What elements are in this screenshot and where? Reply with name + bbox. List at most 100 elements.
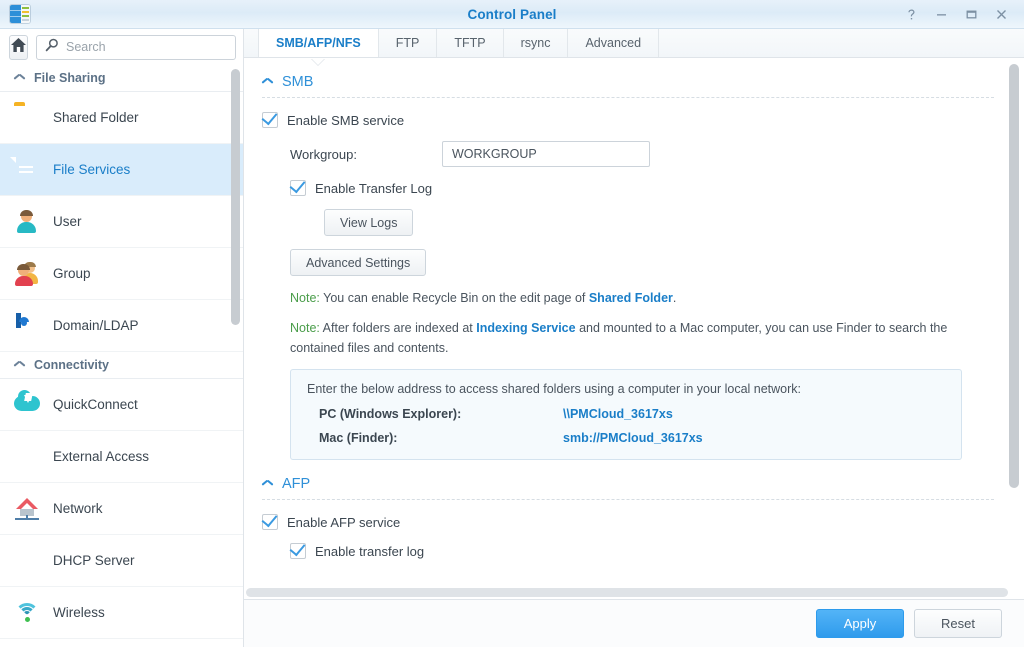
sidebar-item-label: Group (53, 266, 91, 281)
note-recycle-bin: Note: You can enable Recycle Bin on the … (262, 289, 952, 308)
section-header-afp[interactable]: AFP (262, 476, 994, 500)
window-body: File Sharing Shared Folder File Services (0, 29, 1024, 647)
pc-address-value[interactable]: \\PMCloud_3617xs (563, 407, 673, 421)
afp-enable-transfer-log-checkbox[interactable] (290, 543, 306, 559)
chevron-up-icon (14, 362, 25, 369)
view-logs-button[interactable]: View Logs (324, 209, 413, 236)
row-enable-smb-service: Enable SMB service (262, 112, 994, 128)
sidebar-group-label: Connectivity (34, 358, 109, 372)
apply-button[interactable]: Apply (816, 609, 904, 638)
tab-smb-afp-nfs[interactable]: SMB/AFP/NFS (258, 29, 379, 57)
note-indexing-service: Note: After folders are indexed at Index… (262, 319, 952, 358)
reset-button[interactable]: Reset (914, 609, 1002, 638)
window-controls (896, 1, 1024, 27)
sidebar-item-label: User (53, 214, 82, 229)
mac-address-value[interactable]: smb://PMCloud_3617xs (563, 431, 703, 445)
user-icon (14, 209, 40, 235)
enable-smb-service-checkbox[interactable] (262, 112, 278, 128)
footer-bar: Apply Reset (244, 599, 1024, 647)
row-enable-transfer-log: Enable Transfer Log (262, 180, 994, 196)
tab-label: SMB/AFP/NFS (276, 36, 361, 50)
close-button[interactable] (986, 1, 1016, 27)
sidebar-group-label: File Sharing (34, 71, 106, 85)
window-title: Control Panel (0, 7, 1024, 22)
shared-folder-icon (14, 105, 40, 131)
enable-smb-service-label[interactable]: Enable SMB service (287, 113, 404, 128)
chevron-up-icon (262, 481, 273, 488)
address-box-intro: Enter the below address to access shared… (307, 382, 945, 396)
minimize-button[interactable] (926, 1, 956, 27)
enable-afp-service-checkbox[interactable] (262, 514, 278, 530)
tab-label: TFTP (454, 36, 485, 50)
workgroup-input[interactable] (442, 141, 650, 167)
sidebar-item-label: External Access (53, 449, 149, 464)
advanced-settings-button[interactable]: Advanced Settings (290, 249, 426, 276)
enable-afp-service-label[interactable]: Enable AFP service (287, 515, 400, 530)
section-header-smb[interactable]: SMB (262, 74, 994, 98)
note-text-after: . (673, 291, 676, 305)
sidebar-item-file-services[interactable]: File Services (0, 144, 243, 196)
tab-tftp[interactable]: TFTP (437, 29, 503, 57)
sidebar-item-quickconnect[interactable]: QuickConnect (0, 379, 243, 431)
row-view-logs: View Logs (262, 209, 994, 236)
tab-bar: SMB/AFP/NFS FTP TFTP rsync Advanced (244, 29, 1024, 58)
tab-ftp[interactable]: FTP (379, 29, 438, 57)
control-panel-window: Control Panel (0, 0, 1024, 647)
tab-rsync[interactable]: rsync (504, 29, 569, 57)
group-icon (14, 261, 40, 287)
quickconnect-icon (14, 392, 40, 418)
sidebar-item-network[interactable]: Network (0, 483, 243, 535)
section-title: SMB (282, 74, 313, 90)
chevron-up-icon (262, 79, 273, 86)
dhcp-server-icon (14, 548, 40, 574)
domain-ldap-icon (14, 313, 40, 339)
file-services-icon (14, 157, 40, 183)
content-vertical-scrollbar[interactable] (1009, 64, 1019, 488)
title-bar: Control Panel (0, 0, 1024, 29)
enable-transfer-log-checkbox[interactable] (290, 180, 306, 196)
sidebar-group-file-sharing[interactable]: File Sharing (0, 65, 243, 92)
search-icon (45, 38, 59, 57)
sidebar-scrollbar[interactable] (231, 69, 240, 325)
home-icon (10, 37, 27, 58)
sidebar-item-external-access[interactable]: External Access (0, 431, 243, 483)
row-workgroup: Workgroup: (262, 141, 994, 167)
shared-folder-link[interactable]: Shared Folder (589, 291, 673, 305)
afp-enable-transfer-log-label[interactable]: Enable transfer log (315, 544, 424, 559)
sidebar: File Sharing Shared Folder File Services (0, 29, 244, 647)
search-input[interactable] (66, 40, 227, 54)
enable-transfer-log-label[interactable]: Enable Transfer Log (315, 181, 432, 196)
row-enable-afp-service: Enable AFP service (262, 514, 994, 530)
control-panel-icon (10, 5, 30, 23)
sidebar-item-wireless[interactable]: Wireless (0, 587, 243, 639)
tab-advanced[interactable]: Advanced (568, 29, 659, 57)
sidebar-item-label: QuickConnect (53, 397, 138, 412)
sidebar-item-domain-ldap[interactable]: Domain/LDAP (0, 300, 243, 352)
note-prefix: Note: (290, 291, 320, 305)
sidebar-item-label: Wireless (53, 605, 105, 620)
sidebar-item-user[interactable]: User (0, 196, 243, 248)
note-text-before: After folders are indexed at (320, 321, 476, 335)
search-box[interactable] (36, 35, 236, 60)
address-key: PC (Windows Explorer): (319, 407, 563, 421)
sidebar-group-connectivity[interactable]: Connectivity (0, 352, 243, 379)
indexing-service-link[interactable]: Indexing Service (476, 321, 575, 335)
section-title: AFP (282, 476, 310, 492)
address-key: Mac (Finder): (319, 431, 563, 445)
sidebar-item-shared-folder[interactable]: Shared Folder (0, 92, 243, 144)
sidebar-item-group[interactable]: Group (0, 248, 243, 300)
sidebar-item-label: File Services (53, 162, 130, 177)
sidebar-item-label: DHCP Server (53, 553, 135, 568)
note-text-before: You can enable Recycle Bin on the edit p… (320, 291, 589, 305)
external-access-icon (14, 444, 40, 470)
help-button[interactable] (896, 1, 926, 27)
row-advanced-settings: Advanced Settings (262, 249, 994, 276)
sidebar-item-label: Network (53, 501, 103, 516)
wireless-icon (14, 603, 40, 625)
content-horizontal-scrollbar[interactable] (246, 588, 1008, 597)
sidebar-item-dhcp-server[interactable]: DHCP Server (0, 535, 243, 587)
maximize-button[interactable] (956, 1, 986, 27)
home-button[interactable] (9, 35, 28, 60)
address-row-pc: PC (Windows Explorer): \\PMCloud_3617xs (307, 407, 945, 421)
sidebar-toolbar (0, 29, 243, 65)
